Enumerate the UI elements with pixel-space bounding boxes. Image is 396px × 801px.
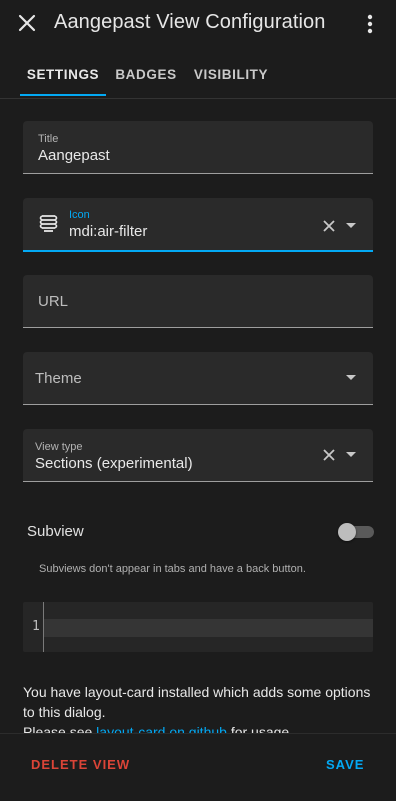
info-line-1: You have layout-card installed which add… [23, 684, 371, 720]
layout-card-info: You have layout-card installed which add… [23, 682, 373, 733]
dialog-footer: DELETE VIEW SAVE [0, 733, 396, 801]
layout-card-github-link[interactable]: layout-card on github [96, 724, 227, 733]
info-line-2-prefix: Please see [23, 724, 97, 733]
info-line-2-suffix: for usage [226, 724, 290, 733]
save-button[interactable]: SAVE [326, 757, 364, 772]
info-clip-region: You have layout-card installed which add… [0, 0, 396, 733]
delete-view-button[interactable]: DELETE VIEW [31, 757, 130, 772]
